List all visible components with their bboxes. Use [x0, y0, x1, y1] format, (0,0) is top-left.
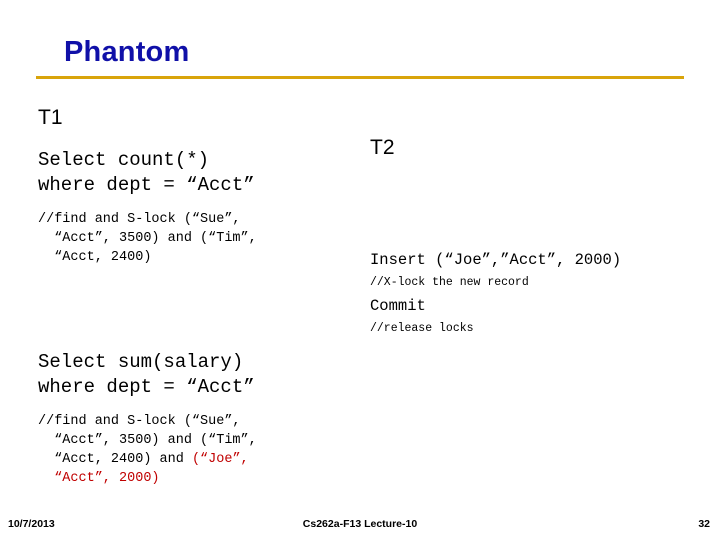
t2-xlock-comment: //X-lock the new record [370, 276, 529, 289]
footer-page-number: 32 [698, 518, 710, 530]
t2-insert-statement: Insert (“Joe”,”Acct”, 2000) [370, 251, 622, 269]
slide: Phantom T1 T2 Select count(*) where dept… [0, 0, 720, 540]
t2-commit-statement: Commit [370, 297, 426, 315]
t1-select-count-statement: Select count(*) where dept = “Acct” [38, 149, 255, 196]
t1-select-sum-statement: Select sum(salary) where dept = “Acct” [38, 351, 255, 398]
page-title: Phantom [64, 36, 190, 68]
transaction-t1-label: T1 [38, 106, 63, 129]
footer-course-label: Cs262a-F13 Lecture-10 [302, 518, 418, 530]
transaction-t2-label: T2 [370, 136, 395, 159]
t2-release-locks-comment: //release locks [370, 322, 474, 335]
t1-lock-comment-second: //find and S-lock (“Sue”, “Acct”, 3500) … [38, 412, 257, 488]
t1-lock-comment-first: //find and S-lock (“Sue”, “Acct”, 3500) … [38, 212, 257, 265]
title-underline-rule [36, 76, 684, 79]
